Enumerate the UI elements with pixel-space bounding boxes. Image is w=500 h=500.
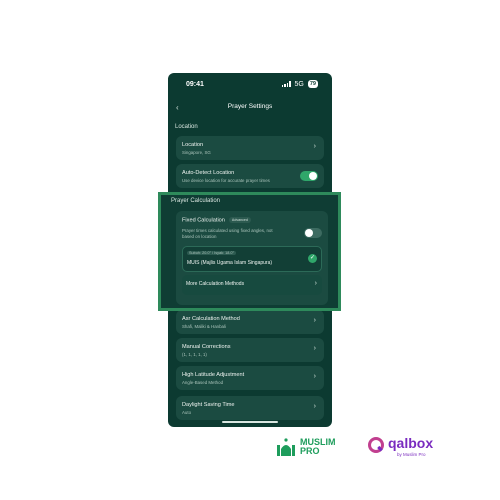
- chevron-right-icon: ›: [314, 280, 317, 287]
- auto-detect-subtitle: Use device location for accurate prayer …: [182, 178, 270, 183]
- signal-icon: [281, 81, 291, 87]
- high-latitude-value: Angle-Based Method: [182, 380, 224, 385]
- high-latitude-row[interactable]: High Latitude Adjustment Angle-Based Met…: [176, 366, 324, 390]
- auto-detect-row[interactable]: Auto-Detect Location Use device location…: [176, 164, 324, 188]
- manual-corrections-row[interactable]: Manual Corrections (1, 1, 1, 1, 1) ›: [176, 338, 324, 362]
- asr-method-title: Asr Calculation Method: [182, 316, 240, 322]
- chevron-right-icon: ›: [313, 403, 316, 410]
- fixed-calculation-desc-2: based on location: [182, 234, 217, 239]
- section-prayer-calculation-label: Prayer Calculation: [171, 198, 221, 204]
- selected-method-option[interactable]: Subuh: 20.0° / Isyak: 18.0° MUIS (Majlis…: [182, 246, 322, 272]
- daylight-saving-title: Daylight Saving Time: [182, 402, 235, 408]
- network-label: 5G: [294, 80, 304, 88]
- auto-detect-title: Auto-Detect Location: [182, 170, 235, 176]
- auto-detect-toggle[interactable]: [300, 171, 318, 181]
- battery-icon: 79: [307, 80, 318, 88]
- nav-header: ‹ Prayer Settings: [168, 103, 332, 117]
- location-row[interactable]: Location Singapore, SG ›: [176, 136, 324, 160]
- asr-method-row[interactable]: Asr Calculation Method Shafi, Maliki & H…: [176, 310, 324, 334]
- location-value: Singapore, SG: [182, 150, 211, 155]
- method-angles: Subuh: 20.0° / Isyak: 18.0°: [187, 251, 237, 255]
- chevron-right-icon: ›: [313, 373, 316, 380]
- method-name: MUIS (Majlis Ugama Islam Singapura): [187, 260, 273, 266]
- more-methods-label: More Calculation Methods: [186, 281, 245, 287]
- advanced-badge: Advanced: [228, 217, 251, 223]
- fixed-calculation-title: Fixed Calculation Advanced: [182, 217, 251, 223]
- chevron-right-icon: ›: [313, 345, 316, 352]
- home-indicator: [222, 421, 278, 423]
- manual-corrections-title: Manual Corrections: [182, 344, 231, 350]
- muslim-pro-logo: MUSLIM PRO: [276, 437, 336, 457]
- qalbox-logo: qalbox by Muslim Pro: [367, 435, 434, 457]
- high-latitude-title: High Latitude Adjustment: [182, 372, 245, 378]
- back-chevron-icon[interactable]: ‹: [176, 103, 179, 112]
- mosque-icon: [277, 438, 295, 456]
- check-icon: ✓: [308, 254, 317, 263]
- page-title: Prayer Settings: [227, 103, 273, 110]
- qalbox-word: qalbox: [388, 435, 434, 451]
- daylight-saving-value: Auto: [182, 410, 192, 415]
- chevron-right-icon: ›: [313, 143, 316, 150]
- qalbox-by-label: by Muslim Pro: [397, 452, 426, 457]
- fixed-calculation-desc-1: Prayer times calculated using fixed angl…: [182, 228, 273, 233]
- fixed-calculation-toggle[interactable]: [304, 228, 322, 238]
- qalbox-q-icon: [368, 437, 384, 453]
- section-location-label: Location: [175, 124, 198, 130]
- fixed-calculation-card: Fixed Calculation Advanced Prayer times c…: [176, 211, 328, 305]
- prayer-calculation-highlight: Prayer Calculation Fixed Calculation Adva…: [158, 192, 341, 311]
- more-methods-button[interactable]: More Calculation Methods ›: [182, 275, 322, 295]
- status-bar: 09:41 5G 79: [168, 79, 332, 91]
- manual-corrections-value: (1, 1, 1, 1, 1): [182, 352, 207, 357]
- status-time: 09:41: [186, 81, 204, 88]
- daylight-saving-row[interactable]: Daylight Saving Time Auto ›: [176, 396, 324, 420]
- chevron-right-icon: ›: [313, 317, 316, 324]
- asr-method-value: Shafi, Maliki & Hanbali: [182, 324, 226, 329]
- muslim-pro-word-2: PRO: [300, 446, 320, 456]
- status-icons: 5G 79: [281, 80, 318, 88]
- location-title: Location: [182, 142, 204, 148]
